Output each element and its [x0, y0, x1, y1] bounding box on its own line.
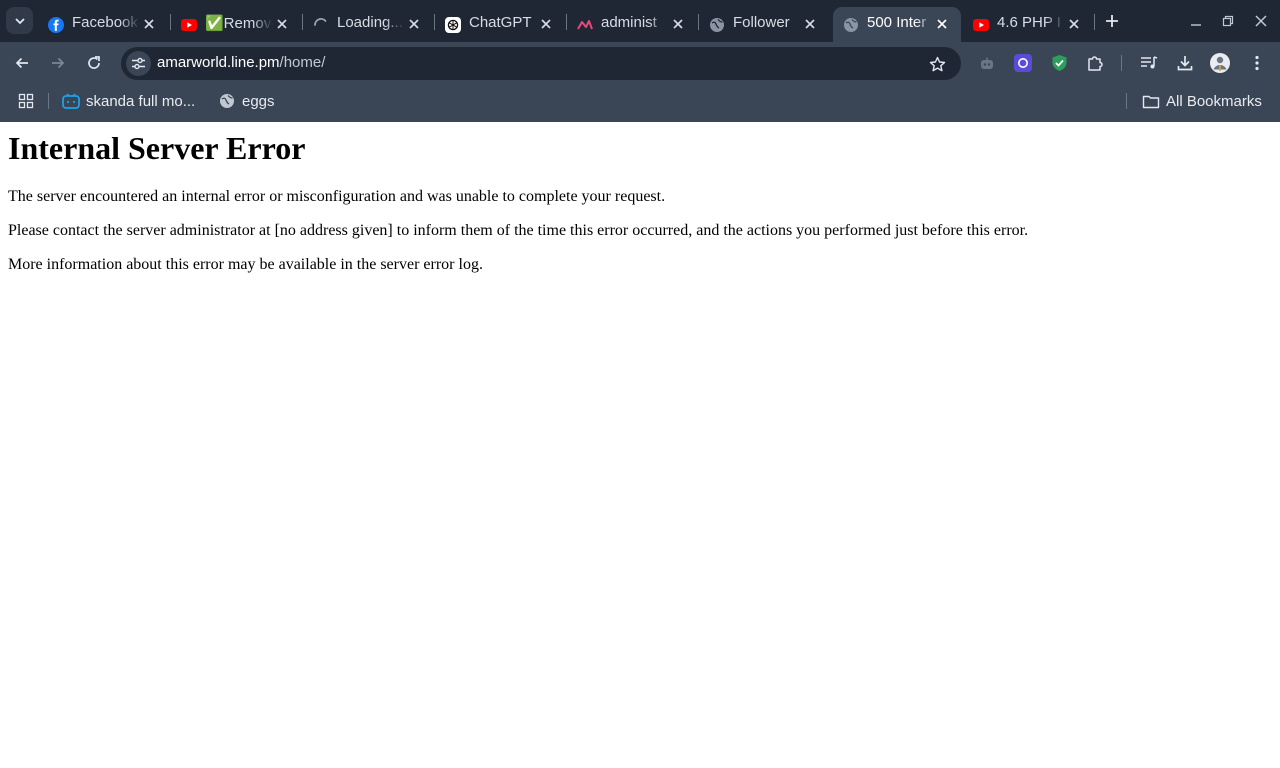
tab-title: Loading...	[337, 14, 403, 31]
puzzle-icon	[1088, 56, 1103, 71]
tab-chatgpt[interactable]: ChatGPT	[435, 7, 565, 42]
close-icon[interactable]	[537, 15, 555, 33]
tab-administ[interactable]: administ	[567, 7, 697, 42]
playlist-music-icon	[1141, 56, 1158, 69]
robot-icon	[981, 57, 993, 69]
browser-menu-button[interactable]	[1246, 52, 1268, 74]
extension-robot-button[interactable]	[976, 52, 998, 74]
tab-strip: Facebook ✅Remove Loading... ChatGPT admi…	[0, 0, 1280, 42]
bookmark-separator	[1126, 93, 1127, 109]
extension-proton-button[interactable]	[1012, 52, 1034, 74]
close-icon[interactable]	[273, 15, 291, 33]
download-icon	[1177, 56, 1193, 71]
close-icon[interactable]	[801, 15, 819, 33]
bilibili-icon	[62, 92, 80, 110]
close-icon[interactable]	[933, 15, 951, 33]
bookmark-separator	[48, 93, 49, 109]
folder-icon	[1142, 92, 1160, 110]
avatar	[1210, 53, 1230, 73]
tab-search-button[interactable]	[6, 7, 33, 34]
tab-title: Facebook	[72, 14, 138, 31]
restore-button[interactable]	[1218, 11, 1238, 31]
new-tab-button[interactable]	[1100, 9, 1124, 33]
close-icon	[1255, 15, 1267, 27]
tab-youtube-php[interactable]: 4.6 PHP I	[963, 7, 1093, 42]
all-bookmarks-button[interactable]: All Bookmarks	[1142, 90, 1262, 112]
close-icon[interactable]	[1065, 15, 1083, 33]
bookmark-label: skanda full mo...	[86, 92, 196, 110]
chevron-down-icon	[14, 17, 25, 24]
page-content: Internal Server Error The server encount…	[0, 122, 1280, 768]
site-info-button[interactable]	[126, 51, 151, 76]
facebook-icon	[48, 17, 64, 33]
contact-message: Please contact the server administrator …	[8, 222, 1029, 239]
reload-button[interactable]	[82, 51, 106, 75]
bookmarks-bar: skanda full mo... eggs All Bookmarks	[0, 84, 1280, 122]
close-icon[interactable]	[405, 15, 423, 33]
tab-title: ChatGPT	[469, 14, 532, 31]
reload-icon	[88, 56, 100, 69]
all-bookmarks-label: All Bookmarks	[1166, 92, 1262, 110]
apps-grid-icon	[17, 92, 35, 110]
arrow-left-icon	[15, 57, 28, 69]
close-icon[interactable]	[669, 15, 687, 33]
extension-security-button[interactable]	[1048, 52, 1070, 74]
url-text[interactable]: amarworld.line.pm/home/	[157, 54, 325, 71]
apps-button[interactable]	[17, 90, 41, 112]
youtube-icon	[181, 17, 197, 33]
tab-500-internal-server-error[interactable]: 500 Inter	[833, 7, 961, 42]
analytics-icon	[577, 17, 593, 33]
tab-loading[interactable]: Loading...	[303, 7, 433, 42]
star-icon	[929, 56, 945, 71]
shield-heart-icon	[1014, 54, 1032, 72]
tab-title: administ	[601, 14, 657, 31]
profile-button[interactable]	[1209, 52, 1231, 74]
browser-toolbar: amarworld.line.pm/home/	[0, 42, 1280, 84]
globe-icon	[843, 17, 859, 33]
tab-follower[interactable]: Follower	[699, 7, 829, 42]
more-vert-icon	[1255, 55, 1259, 71]
tab-title: 500 Inter	[867, 14, 927, 31]
arrow-right-icon	[52, 57, 65, 69]
bookmark-skanda[interactable]: skanda full mo...	[62, 90, 195, 112]
close-window-button[interactable]	[1251, 11, 1271, 31]
error-message: The server encountered an internal error…	[8, 188, 666, 205]
tab-youtube-remove[interactable]: ✅Remove	[171, 7, 301, 42]
forward-button[interactable]	[46, 51, 70, 75]
minimize-icon	[1191, 24, 1201, 26]
minimize-button[interactable]	[1186, 11, 1206, 31]
shield-check-icon	[1052, 55, 1066, 71]
extensions-button[interactable]	[1084, 52, 1106, 74]
globe-icon	[709, 17, 725, 33]
tab-separator	[1094, 14, 1095, 30]
youtube-icon	[973, 17, 989, 33]
downloads-button[interactable]	[1174, 52, 1196, 74]
back-button[interactable]	[10, 51, 34, 75]
close-icon[interactable]	[140, 15, 158, 33]
tab-title: 4.6 PHP I	[997, 14, 1061, 31]
restore-icon	[1222, 15, 1234, 27]
page-title: Internal Server Error	[8, 130, 306, 166]
log-message: More information about this error may be…	[8, 256, 483, 273]
bookmark-eggs[interactable]: eggs	[218, 90, 275, 112]
url-path: /home/	[279, 54, 326, 71]
media-controls-button[interactable]	[1138, 52, 1160, 74]
globe-icon	[218, 92, 236, 110]
bookmark-star-button[interactable]	[927, 54, 947, 74]
loading-spinner-icon	[313, 17, 329, 33]
tab-facebook[interactable]: Facebook	[38, 7, 168, 42]
tab-title: ✅Remove	[205, 15, 273, 32]
chatgpt-icon	[445, 17, 461, 33]
url-host: amarworld.line.pm	[157, 54, 280, 71]
address-bar[interactable]: amarworld.line.pm/home/	[121, 47, 961, 80]
toolbar-separator	[1121, 55, 1122, 71]
plus-icon	[1106, 15, 1118, 27]
tab-title: Follower	[733, 14, 790, 31]
bookmark-label: eggs	[242, 92, 275, 110]
tune-icon	[132, 57, 145, 70]
